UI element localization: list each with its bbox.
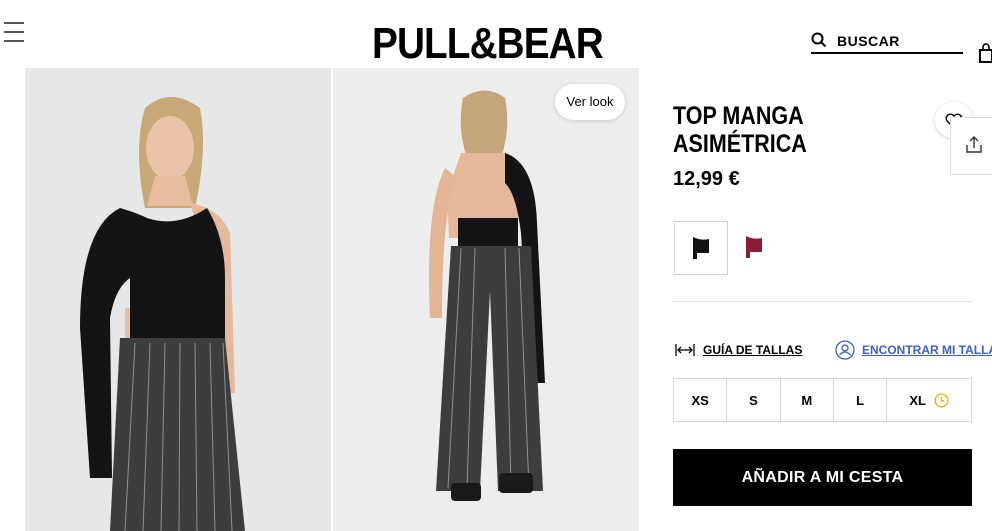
size-label: S [749, 392, 758, 408]
brand-logo[interactable]: PULL&BEAR [372, 19, 604, 69]
clock-icon [934, 392, 949, 408]
size-option-xs[interactable]: XS [674, 379, 728, 421]
product-title: TOP MANGA ASIMÉTRICA [673, 102, 871, 158]
size-option-xl[interactable]: XL [887, 379, 971, 421]
size-option-l[interactable]: L [834, 379, 888, 421]
size-label: M [801, 392, 813, 408]
search-label: BUSCAR [837, 33, 900, 49]
top-thumbnail-icon [693, 237, 709, 259]
size-label: XL [909, 392, 926, 408]
size-option-m[interactable]: M [781, 379, 834, 421]
product-image-back[interactable] [333, 68, 639, 531]
find-my-size-label: ENCONTRAR MI TALLA [862, 343, 992, 357]
divider [673, 301, 972, 302]
product-price: 12,99 € [673, 168, 740, 190]
share-icon [966, 136, 982, 153]
top-thumbnail-icon [746, 236, 762, 258]
product-title-line2: ASIMÉTRICA [673, 130, 807, 158]
add-to-cart-button[interactable]: AÑADIR A MI CESTA [673, 449, 972, 506]
user-fit-icon [835, 340, 855, 360]
search-input[interactable]: BUSCAR [811, 30, 963, 54]
product-title-line1: TOP MANGA [673, 102, 804, 130]
product-image-front[interactable] [25, 68, 331, 531]
share-button[interactable] [950, 117, 992, 175]
ruler-icon [675, 344, 695, 356]
color-swatch-black[interactable] [674, 221, 728, 275]
shopping-bag-icon[interactable] [978, 42, 992, 64]
menu-icon[interactable] [4, 22, 24, 44]
search-icon [811, 32, 827, 48]
color-swatch-burgundy[interactable] [728, 221, 780, 273]
find-my-size-link[interactable]: ENCONTRAR MI TALLA [835, 340, 992, 360]
size-label: L [856, 392, 865, 408]
size-option-s[interactable]: S [727, 379, 781, 421]
size-guide-label: GUÍA DE TALLAS [703, 343, 803, 357]
size-guide-link[interactable]: GUÍA DE TALLAS [675, 342, 802, 360]
ver-look-button[interactable]: Ver look [555, 84, 625, 120]
size-label: XS [691, 392, 709, 408]
size-selector: XS S M L XL [673, 378, 972, 422]
